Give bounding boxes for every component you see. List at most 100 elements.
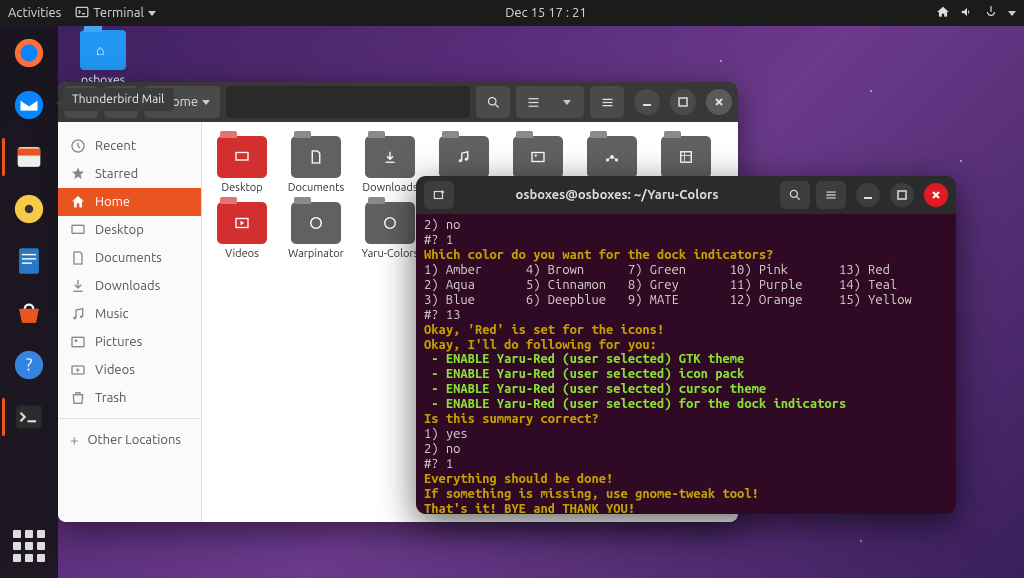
dock-terminal[interactable] bbox=[6, 394, 52, 440]
dock-tooltip: Thunderbird Mail bbox=[62, 88, 174, 111]
sidebar-item-recent[interactable]: Recent bbox=[58, 132, 201, 160]
close-icon bbox=[714, 97, 724, 107]
network-icon bbox=[936, 5, 950, 22]
sidebar-item-label: Pictures bbox=[95, 335, 142, 349]
sidebar-item-starred[interactable]: Starred bbox=[58, 160, 201, 188]
trash-icon bbox=[70, 390, 86, 406]
folder-icon bbox=[217, 136, 267, 178]
folder-icon bbox=[365, 202, 415, 244]
grid-item-label: Documents bbox=[280, 182, 352, 194]
sidebar-item-label: Other Locations bbox=[87, 433, 181, 447]
chevron-down-icon bbox=[1008, 11, 1016, 16]
dock-files[interactable] bbox=[6, 134, 52, 180]
hamburger-icon bbox=[600, 95, 615, 110]
grid-item-label: Desktop bbox=[206, 182, 278, 194]
minimize-button[interactable] bbox=[634, 89, 660, 115]
new-tab-button[interactable] bbox=[424, 181, 454, 209]
show-apps-button[interactable] bbox=[11, 528, 47, 564]
volume-icon bbox=[960, 5, 974, 22]
close-button[interactable] bbox=[924, 183, 948, 207]
files-sidebar: Recent Starred Home Desktop Documents Do… bbox=[58, 122, 202, 522]
folder-icon bbox=[661, 136, 711, 178]
sidebar-item-pictures[interactable]: Pictures bbox=[58, 328, 201, 356]
download-icon bbox=[70, 278, 86, 294]
folder-icon bbox=[365, 136, 415, 178]
terminal-window: osboxes@osboxes: ~/Yaru-Colors 2) no#? 1… bbox=[416, 176, 956, 514]
chevron-down-icon bbox=[202, 100, 210, 105]
topbar: Activities Terminal Dec 15 17 : 21 bbox=[0, 0, 1024, 26]
dock-thunderbird[interactable] bbox=[6, 82, 52, 128]
maximize-button[interactable] bbox=[890, 183, 914, 207]
grid-item[interactable]: Documents bbox=[280, 136, 352, 194]
grid-item-label: Videos bbox=[206, 248, 278, 260]
grid-item[interactable]: Warpinator bbox=[280, 202, 352, 260]
sidebar-item-label: Desktop bbox=[95, 223, 144, 237]
activities-button[interactable]: Activities bbox=[8, 6, 61, 20]
search-icon bbox=[788, 188, 802, 202]
sidebar-item-label: Music bbox=[95, 307, 129, 321]
sidebar-item-documents[interactable]: Documents bbox=[58, 244, 201, 272]
search-icon bbox=[486, 95, 501, 110]
terminal-search-button[interactable] bbox=[780, 181, 810, 209]
svg-text:?: ? bbox=[26, 356, 33, 375]
folder-icon bbox=[587, 136, 637, 178]
home-icon: ⌂ bbox=[96, 42, 104, 58]
dock-software[interactable] bbox=[6, 290, 52, 336]
grid-item[interactable]: Desktop bbox=[206, 136, 278, 194]
sidebar-item-other-locations[interactable]: + Other Locations bbox=[58, 425, 201, 454]
maximize-icon bbox=[678, 97, 688, 107]
app-menu-label: Terminal bbox=[93, 6, 144, 20]
folder-icon bbox=[291, 136, 341, 178]
terminal-body[interactable]: 2) no#? 1Which color do you want for the… bbox=[416, 214, 956, 514]
hamburger-button[interactable] bbox=[590, 86, 624, 118]
plus-icon: + bbox=[70, 431, 78, 448]
sidebar-item-trash[interactable]: Trash bbox=[58, 384, 201, 412]
chevron-down-icon bbox=[563, 100, 571, 105]
clock-icon bbox=[70, 138, 86, 154]
clock[interactable]: Dec 15 17 : 21 bbox=[505, 6, 587, 20]
chevron-down-icon bbox=[148, 11, 156, 16]
folder-icon bbox=[217, 202, 267, 244]
desktop-icon bbox=[70, 222, 86, 238]
folder-icon bbox=[513, 136, 563, 178]
sidebar-item-desktop[interactable]: Desktop bbox=[58, 216, 201, 244]
dock-help[interactable]: ? bbox=[6, 342, 52, 388]
grid-item-label: Warpinator bbox=[280, 248, 352, 260]
terminal-headerbar: osboxes@osboxes: ~/Yaru-Colors bbox=[416, 176, 956, 214]
sidebar-item-label: Home bbox=[95, 195, 130, 209]
sidebar-item-label: Documents bbox=[95, 251, 162, 265]
sidebar-item-downloads[interactable]: Downloads bbox=[58, 272, 201, 300]
picture-icon bbox=[70, 334, 86, 350]
pathbar-area[interactable] bbox=[226, 86, 470, 118]
sidebar-item-home[interactable]: Home bbox=[58, 188, 201, 216]
close-button[interactable] bbox=[706, 89, 732, 115]
dock-rhythmbox[interactable] bbox=[6, 186, 52, 232]
home-icon bbox=[70, 194, 86, 210]
document-icon bbox=[70, 250, 86, 266]
list-icon bbox=[526, 95, 541, 110]
sidebar-item-label: Trash bbox=[95, 391, 126, 405]
minimize-icon bbox=[642, 97, 652, 107]
terminal-title: osboxes@osboxes: ~/Yaru-Colors bbox=[460, 188, 774, 202]
minimize-icon bbox=[863, 190, 873, 200]
grid-item[interactable]: Videos bbox=[206, 202, 278, 260]
power-icon bbox=[984, 5, 998, 22]
maximize-button[interactable] bbox=[670, 89, 696, 115]
status-area[interactable] bbox=[936, 5, 1016, 22]
video-icon bbox=[70, 362, 86, 378]
view-list-button[interactable] bbox=[516, 86, 550, 118]
terminal-hamburger-button[interactable] bbox=[816, 181, 846, 209]
sidebar-item-videos[interactable]: Videos bbox=[58, 356, 201, 384]
close-icon bbox=[931, 190, 941, 200]
app-menu[interactable]: Terminal bbox=[75, 5, 156, 22]
desktop-home-folder[interactable]: ⌂ osboxes bbox=[80, 30, 126, 87]
folder-icon bbox=[291, 202, 341, 244]
view-dropdown-button[interactable] bbox=[550, 86, 584, 118]
sidebar-item-music[interactable]: Music bbox=[58, 300, 201, 328]
search-button[interactable] bbox=[476, 86, 510, 118]
dock-firefox[interactable] bbox=[6, 30, 52, 76]
folder-icon bbox=[439, 136, 489, 178]
dock-libreoffice-writer[interactable] bbox=[6, 238, 52, 284]
dock: ? bbox=[0, 26, 58, 578]
minimize-button[interactable] bbox=[856, 183, 880, 207]
